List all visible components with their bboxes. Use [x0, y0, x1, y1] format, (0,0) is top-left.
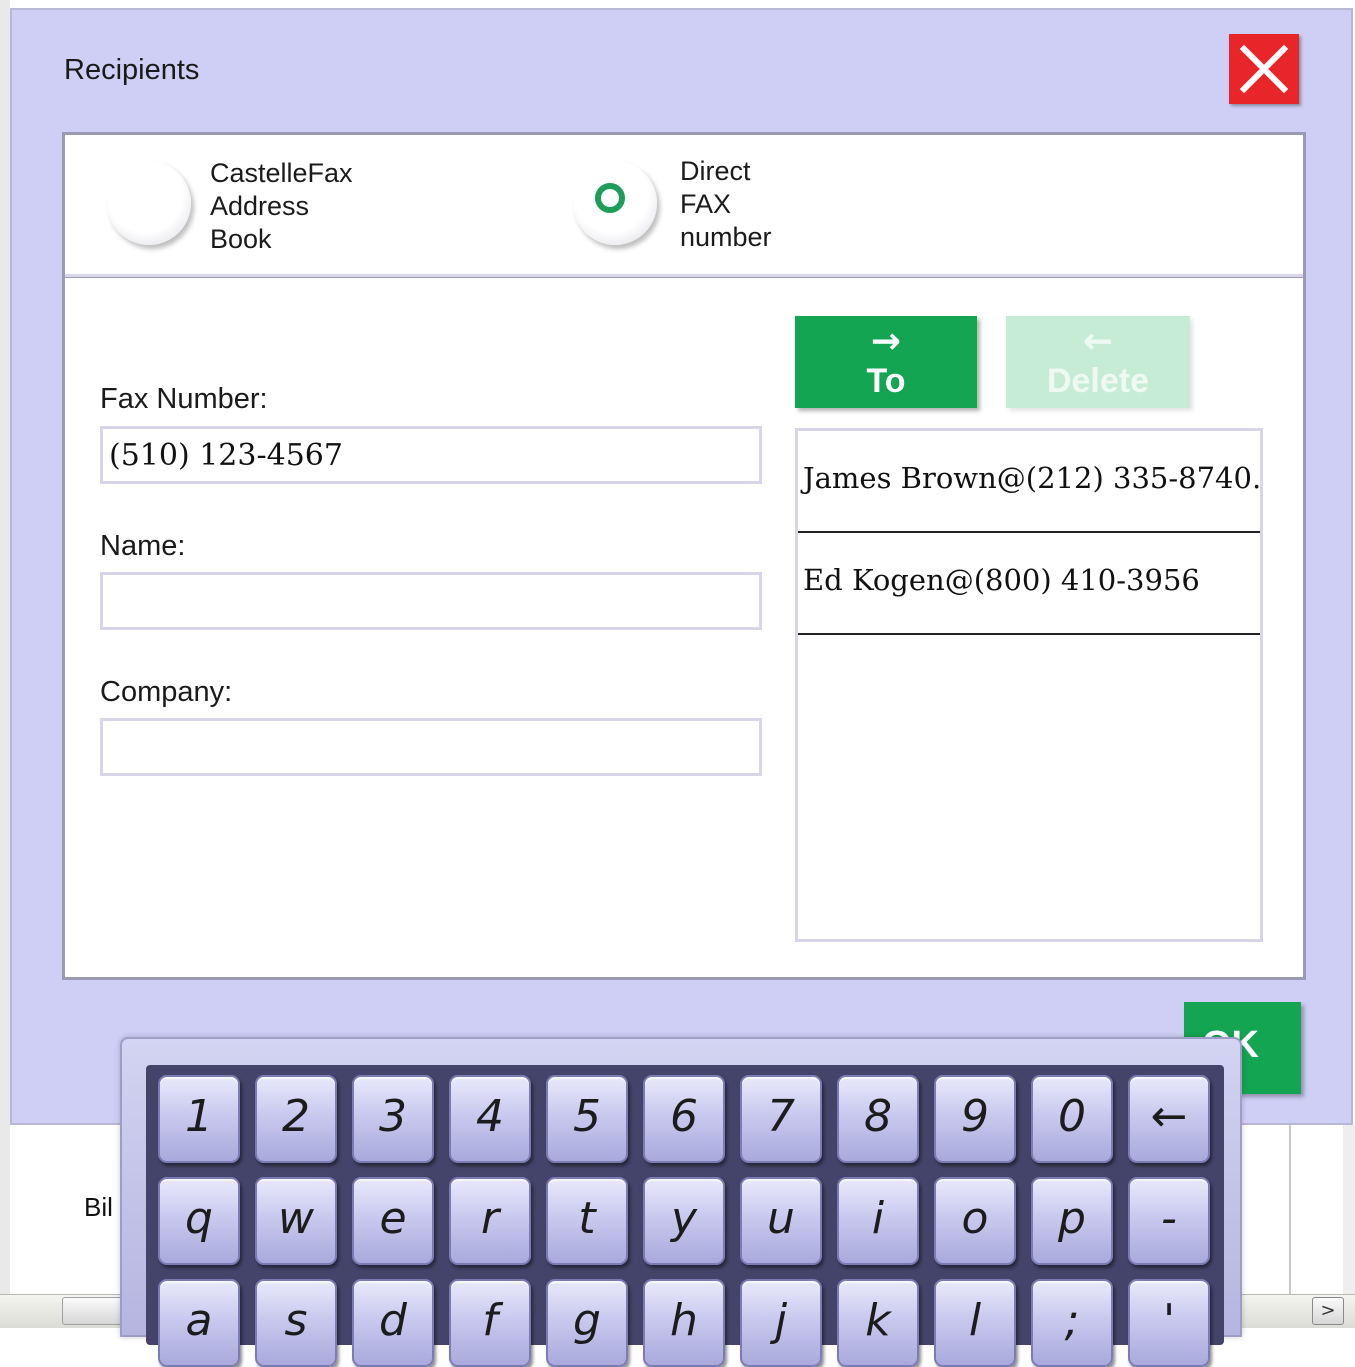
direct-fax-label: Direct FAX number: [680, 156, 772, 252]
key[interactable]: y: [643, 1177, 725, 1265]
key[interactable]: 5: [546, 1075, 628, 1163]
key[interactable]: o: [934, 1177, 1016, 1265]
key[interactable]: d: [352, 1279, 434, 1367]
key[interactable]: k: [837, 1279, 919, 1367]
background-left-strip: [0, 0, 10, 1327]
name-input[interactable]: [100, 572, 762, 630]
key[interactable]: 9: [934, 1075, 1016, 1163]
fax-number-input[interactable]: [100, 426, 762, 484]
recipient-list[interactable]: James Brown@(212) 335-8740... Ed Kogen@(…: [795, 428, 1263, 942]
address-book-label: CastelleFax Address Book: [210, 158, 353, 254]
close-icon: [1239, 44, 1289, 94]
address-book-radio[interactable]: [107, 161, 191, 245]
key[interactable]: q: [158, 1177, 240, 1265]
add-to-button[interactable]: → To: [795, 316, 977, 408]
arrow-left-icon: ←: [1082, 321, 1114, 362]
delete-button[interactable]: ← Delete: [1006, 316, 1190, 408]
company-input[interactable]: [100, 718, 762, 776]
key[interactable]: 8: [837, 1075, 919, 1163]
name-label: Name:: [100, 530, 186, 562]
add-to-label: To: [866, 362, 906, 400]
key[interactable]: f: [449, 1279, 531, 1367]
radio-selected-indicator: [595, 183, 625, 213]
key[interactable]: 2: [255, 1075, 337, 1163]
recipient-source-panel: CastelleFax Address Book Direct FAX numb…: [62, 132, 1306, 280]
key[interactable]: ;: [1031, 1279, 1113, 1367]
keyboard-key-area: 1 2 3 4 5 6 7 8 9 0 ← q w e r t y u i o …: [146, 1065, 1224, 1367]
key[interactable]: w: [255, 1177, 337, 1265]
list-item[interactable]: Ed Kogen@(800) 410-3956: [798, 533, 1260, 635]
background-right-edge: [1343, 1125, 1355, 1295]
scroll-right-arrow-icon[interactable]: >: [1312, 1297, 1344, 1325]
key[interactable]: p: [1031, 1177, 1113, 1265]
background-right-panel: [1289, 1125, 1345, 1295]
key[interactable]: 7: [740, 1075, 822, 1163]
key[interactable]: ': [1128, 1279, 1210, 1367]
key[interactable]: 4: [449, 1075, 531, 1163]
key[interactable]: g: [546, 1279, 628, 1367]
key[interactable]: u: [740, 1177, 822, 1265]
key[interactable]: -: [1128, 1177, 1210, 1265]
key[interactable]: e: [352, 1177, 434, 1265]
key[interactable]: i: [837, 1177, 919, 1265]
key[interactable]: l: [934, 1279, 1016, 1367]
key[interactable]: s: [255, 1279, 337, 1367]
list-item[interactable]: James Brown@(212) 335-8740...: [798, 431, 1260, 533]
key[interactable]: t: [546, 1177, 628, 1265]
close-button[interactable]: [1229, 34, 1299, 104]
key[interactable]: a: [158, 1279, 240, 1367]
key[interactable]: 0: [1031, 1075, 1113, 1163]
key[interactable]: r: [449, 1177, 531, 1265]
recipients-dialog: Recipients CastelleFax Address Book Dire…: [10, 8, 1353, 1125]
direct-fax-radio[interactable]: [573, 161, 657, 245]
backspace-key[interactable]: ←: [1128, 1075, 1210, 1163]
background-partial-label: Bil: [84, 1192, 113, 1222]
fax-number-label: Fax Number:: [100, 383, 268, 415]
arrow-right-icon: →: [870, 321, 902, 362]
delete-label: Delete: [1046, 362, 1150, 400]
scrollbar-thumb[interactable]: [62, 1297, 128, 1325]
onscreen-keyboard: 1 2 3 4 5 6 7 8 9 0 ← q w e r t y u i o …: [120, 1037, 1242, 1367]
key[interactable]: 6: [643, 1075, 725, 1163]
company-label: Company:: [100, 676, 233, 708]
key[interactable]: h: [643, 1279, 725, 1367]
key[interactable]: 1: [158, 1075, 240, 1163]
key[interactable]: 3: [352, 1075, 434, 1163]
key[interactable]: j: [740, 1279, 822, 1367]
dialog-title: Recipients: [64, 54, 200, 86]
